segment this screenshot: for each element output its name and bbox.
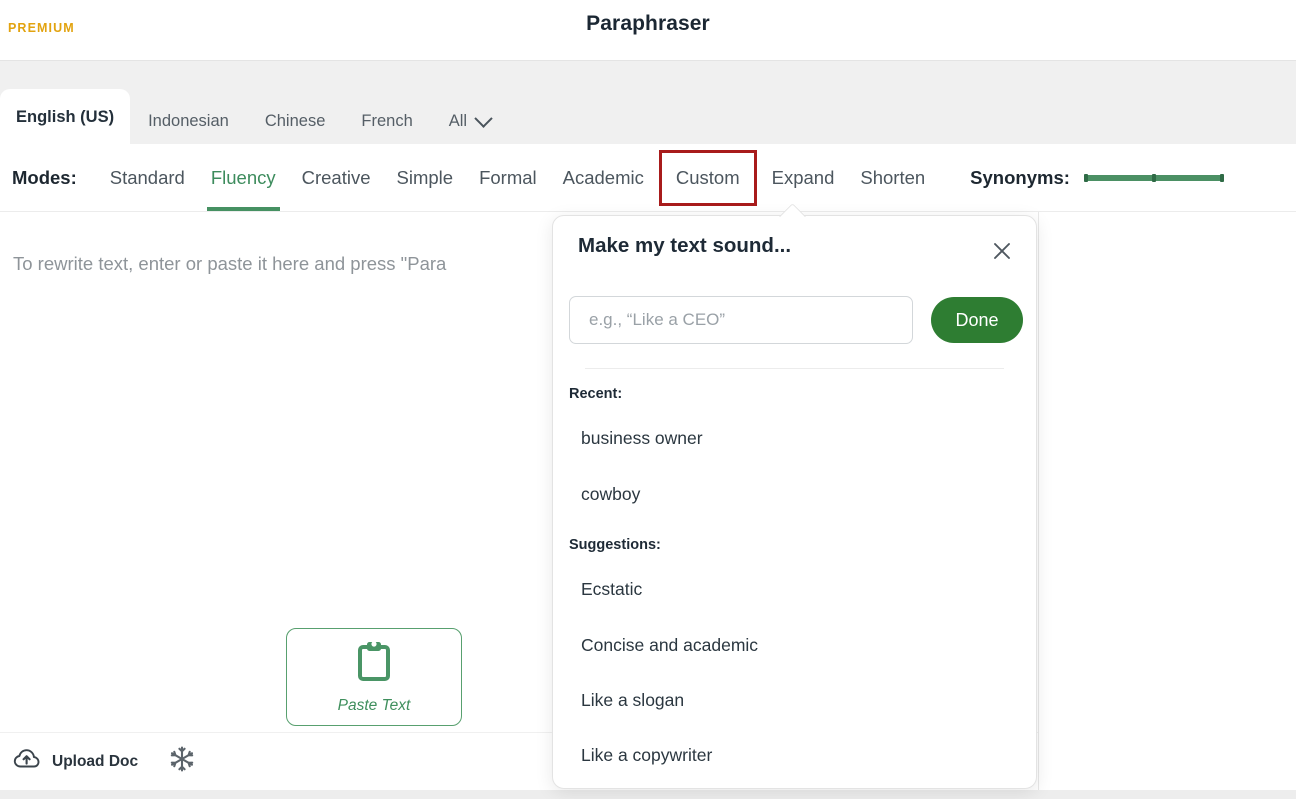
paste-text-label: Paste Text xyxy=(338,697,411,715)
mode-creative[interactable]: Creative xyxy=(289,144,384,211)
lang-tab-french[interactable]: French xyxy=(343,99,430,144)
lang-tab-all-label: All xyxy=(449,112,467,131)
tone-input-row: Done xyxy=(569,296,1023,344)
modes-row: Modes: Standard Fluency Creative Simple … xyxy=(0,144,1296,212)
recent-section-label: Recent: xyxy=(569,386,622,402)
suggestion-item-ecstatic[interactable]: Ecstatic xyxy=(581,579,642,600)
done-button[interactable]: Done xyxy=(931,297,1023,343)
lang-tab-english-us[interactable]: English (US) xyxy=(0,89,130,144)
suggestions-section-label: Suggestions: xyxy=(569,537,661,553)
suggestion-item-concise-and-academic[interactable]: Concise and academic xyxy=(581,635,758,656)
mode-standard[interactable]: Standard xyxy=(97,144,198,211)
synonyms-slider-tick xyxy=(1220,174,1224,182)
suggestion-item-like-a-copywriter[interactable]: Like a copywriter xyxy=(581,745,712,766)
synonyms-label: Synonyms: xyxy=(970,167,1070,189)
mode-academic[interactable]: Academic xyxy=(550,144,657,211)
cloud-upload-icon xyxy=(13,748,41,775)
synonyms-slider-tick xyxy=(1152,174,1156,182)
mode-simple[interactable]: Simple xyxy=(384,144,467,211)
synonyms-slider-tick xyxy=(1084,174,1088,182)
mode-custom[interactable]: Custom xyxy=(659,150,757,206)
synonyms-slider[interactable] xyxy=(1084,175,1224,181)
upload-doc-label: Upload Doc xyxy=(52,753,138,771)
upload-doc-button[interactable]: Upload Doc xyxy=(13,748,138,775)
language-tabs: English (US) Indonesian Chinese French A… xyxy=(0,89,508,144)
language-tab-strip: English (US) Indonesian Chinese French A… xyxy=(0,61,1296,144)
mode-formal[interactable]: Formal xyxy=(466,144,550,211)
recent-item-cowboy[interactable]: cowboy xyxy=(581,484,640,505)
editor-placeholder: To rewrite text, enter or paste it here … xyxy=(13,253,446,275)
tone-input[interactable] xyxy=(569,296,913,344)
suggestion-item-like-a-slogan[interactable]: Like a slogan xyxy=(581,690,684,711)
mode-shorten[interactable]: Shorten xyxy=(847,144,938,211)
modes-label: Modes: xyxy=(12,167,77,189)
close-icon[interactable] xyxy=(990,239,1014,263)
mode-expand[interactable]: Expand xyxy=(759,144,848,211)
page-title: Paraphraser xyxy=(0,12,1296,36)
custom-tone-popup: Make my text sound... Done Recent: busin… xyxy=(552,215,1037,789)
clipboard-icon xyxy=(356,640,392,687)
mode-fluency[interactable]: Fluency xyxy=(198,144,289,211)
lang-tab-all[interactable]: All xyxy=(431,99,508,144)
recent-item-business-owner[interactable]: business owner xyxy=(581,428,703,449)
freeze-words-button[interactable] xyxy=(168,745,196,778)
popup-title: Make my text sound... xyxy=(578,234,791,258)
chevron-down-icon xyxy=(474,109,492,127)
lang-tab-indonesian[interactable]: Indonesian xyxy=(130,99,247,144)
app-header: PREMIUM Paraphraser xyxy=(0,0,1296,61)
snowflake-icon xyxy=(168,745,196,778)
paste-text-button[interactable]: Paste Text xyxy=(286,628,462,726)
pane-divider xyxy=(1038,212,1039,790)
lang-tab-chinese[interactable]: Chinese xyxy=(247,99,344,144)
popup-divider xyxy=(585,368,1004,369)
